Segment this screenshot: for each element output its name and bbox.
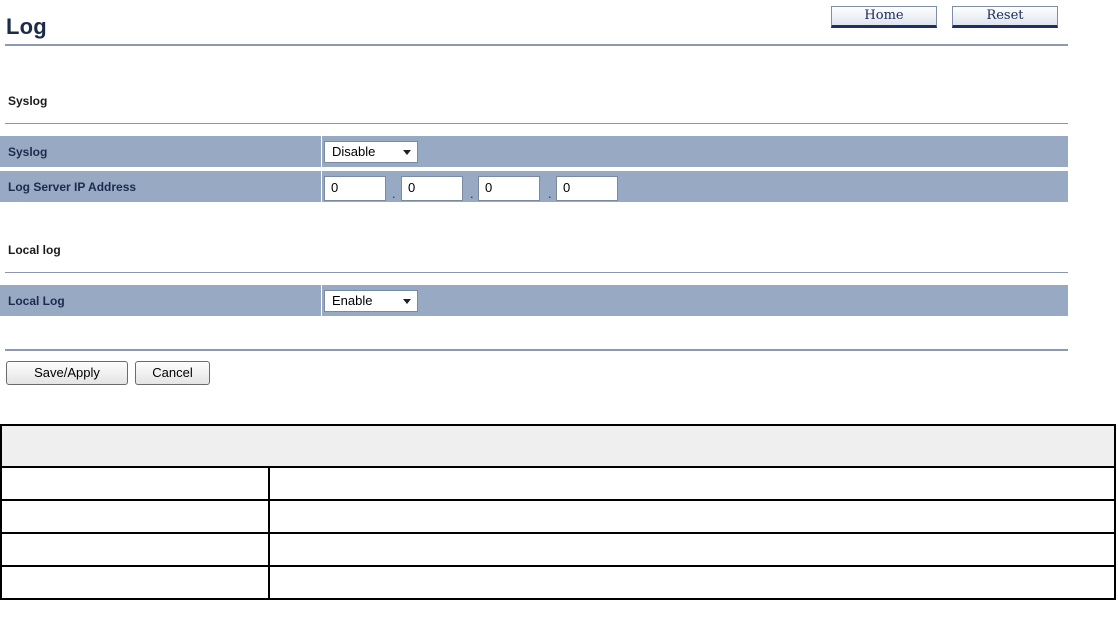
ip-separator: .: [470, 186, 474, 201]
ip-octet-4-input[interactable]: 0: [556, 176, 618, 201]
ip-octet-3-value: 0: [485, 180, 493, 195]
table-cell: [268, 466, 1116, 501]
table-header-cell: [0, 424, 1116, 468]
syslog-row: Syslog Disable: [0, 136, 1068, 169]
title-divider: [5, 44, 1068, 46]
page-title: Log: [6, 14, 47, 39]
syslog-label: Syslog: [8, 145, 48, 159]
chevron-down-icon: [403, 150, 411, 155]
ip-octet-4-value: 0: [563, 180, 571, 195]
ip-octet-1-value: 0: [331, 180, 339, 195]
chevron-down-icon: [403, 299, 411, 304]
local-log-label: Local Log: [8, 294, 65, 308]
local-log-select[interactable]: Enable: [324, 290, 418, 312]
row-divider: [321, 285, 322, 316]
syslog-select-value: Disable: [332, 144, 376, 159]
table-row: [0, 565, 1116, 600]
cancel-button[interactable]: Cancel: [135, 361, 210, 385]
syslog-select[interactable]: Disable: [324, 141, 418, 163]
table-row: [0, 499, 1116, 534]
ip-octet-2-value: 0: [408, 180, 416, 195]
table-cell: [268, 565, 1116, 600]
table-cell: [0, 466, 270, 501]
ip-octet-3-input[interactable]: 0: [478, 176, 540, 201]
log-server-ip-row: Log Server IP Address 0 . 0 . 0 . 0: [0, 171, 1068, 204]
row-divider: [321, 171, 322, 202]
local-log-select-value: Enable: [332, 293, 373, 308]
local-log-row: Local Log Enable: [0, 285, 1068, 318]
log-server-ip-label: Log Server IP Address: [8, 180, 137, 194]
reset-button[interactable]: Reset: [952, 6, 1058, 28]
empty-table: [0, 424, 1116, 600]
table-row: [0, 532, 1116, 567]
home-button[interactable]: Home: [831, 6, 937, 28]
ip-separator: .: [548, 186, 552, 201]
actions-divider: [5, 349, 1068, 351]
table-cell: [268, 532, 1116, 567]
syslog-section-title: Syslog: [8, 94, 48, 108]
local-log-section-title: Local log: [8, 243, 61, 257]
local-log-section-divider: [5, 272, 1068, 273]
row-divider: [321, 136, 322, 167]
save-apply-button[interactable]: Save/Apply: [6, 361, 128, 385]
table-cell: [0, 499, 270, 534]
ip-separator: .: [392, 186, 396, 201]
table-cell: [0, 565, 270, 600]
ip-octet-2-input[interactable]: 0: [401, 176, 463, 201]
ip-octet-1-input[interactable]: 0: [324, 176, 386, 201]
table-cell: [268, 499, 1116, 534]
table-cell: [0, 532, 270, 567]
syslog-section-divider: [5, 123, 1068, 124]
table-row: [0, 466, 1116, 501]
